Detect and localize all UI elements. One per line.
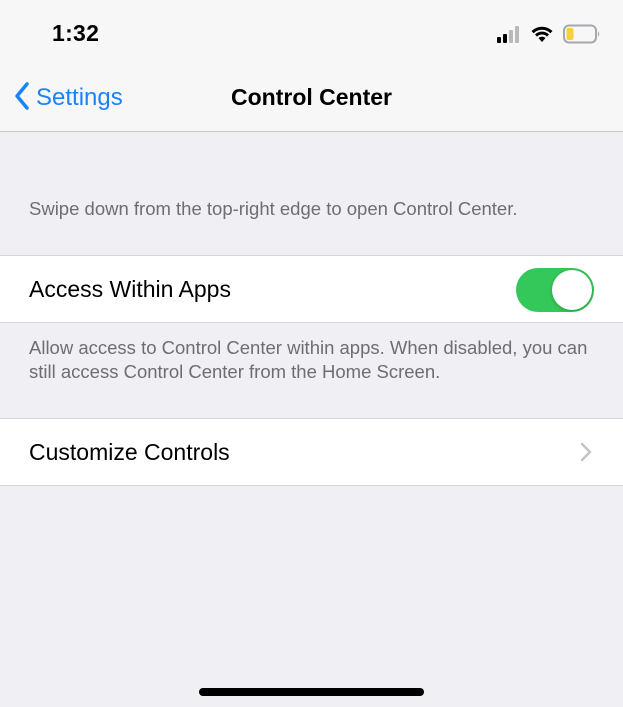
toggle-knob bbox=[552, 270, 592, 310]
page-title: Control Center bbox=[231, 84, 392, 110]
section-header-text: Swipe down from the top-right edge to op… bbox=[29, 198, 518, 219]
status-time: 1:32 bbox=[52, 20, 100, 46]
cellular-signal-icon bbox=[497, 25, 521, 48]
access-footer-text: Allow access to Control Center within ap… bbox=[29, 337, 588, 382]
customize-controls-cell[interactable]: Customize Controls bbox=[0, 418, 623, 486]
battery-icon bbox=[563, 24, 601, 49]
access-within-apps-cell: Access Within Apps bbox=[0, 255, 623, 323]
chevron-right-icon bbox=[579, 441, 593, 463]
status-bar: 1:32 bbox=[0, 0, 623, 70]
control-center-settings-screen: 1:32 Settings Control Center Swipe down … bbox=[0, 0, 623, 707]
wifi-icon bbox=[530, 25, 554, 48]
navigation-bar: Settings Control Center bbox=[0, 70, 623, 132]
access-within-apps-label: Access Within Apps bbox=[29, 276, 231, 302]
home-indicator[interactable] bbox=[199, 688, 424, 696]
status-icons bbox=[497, 22, 601, 50]
customize-controls-label: Customize Controls bbox=[29, 439, 230, 465]
access-within-apps-toggle[interactable] bbox=[516, 268, 594, 312]
